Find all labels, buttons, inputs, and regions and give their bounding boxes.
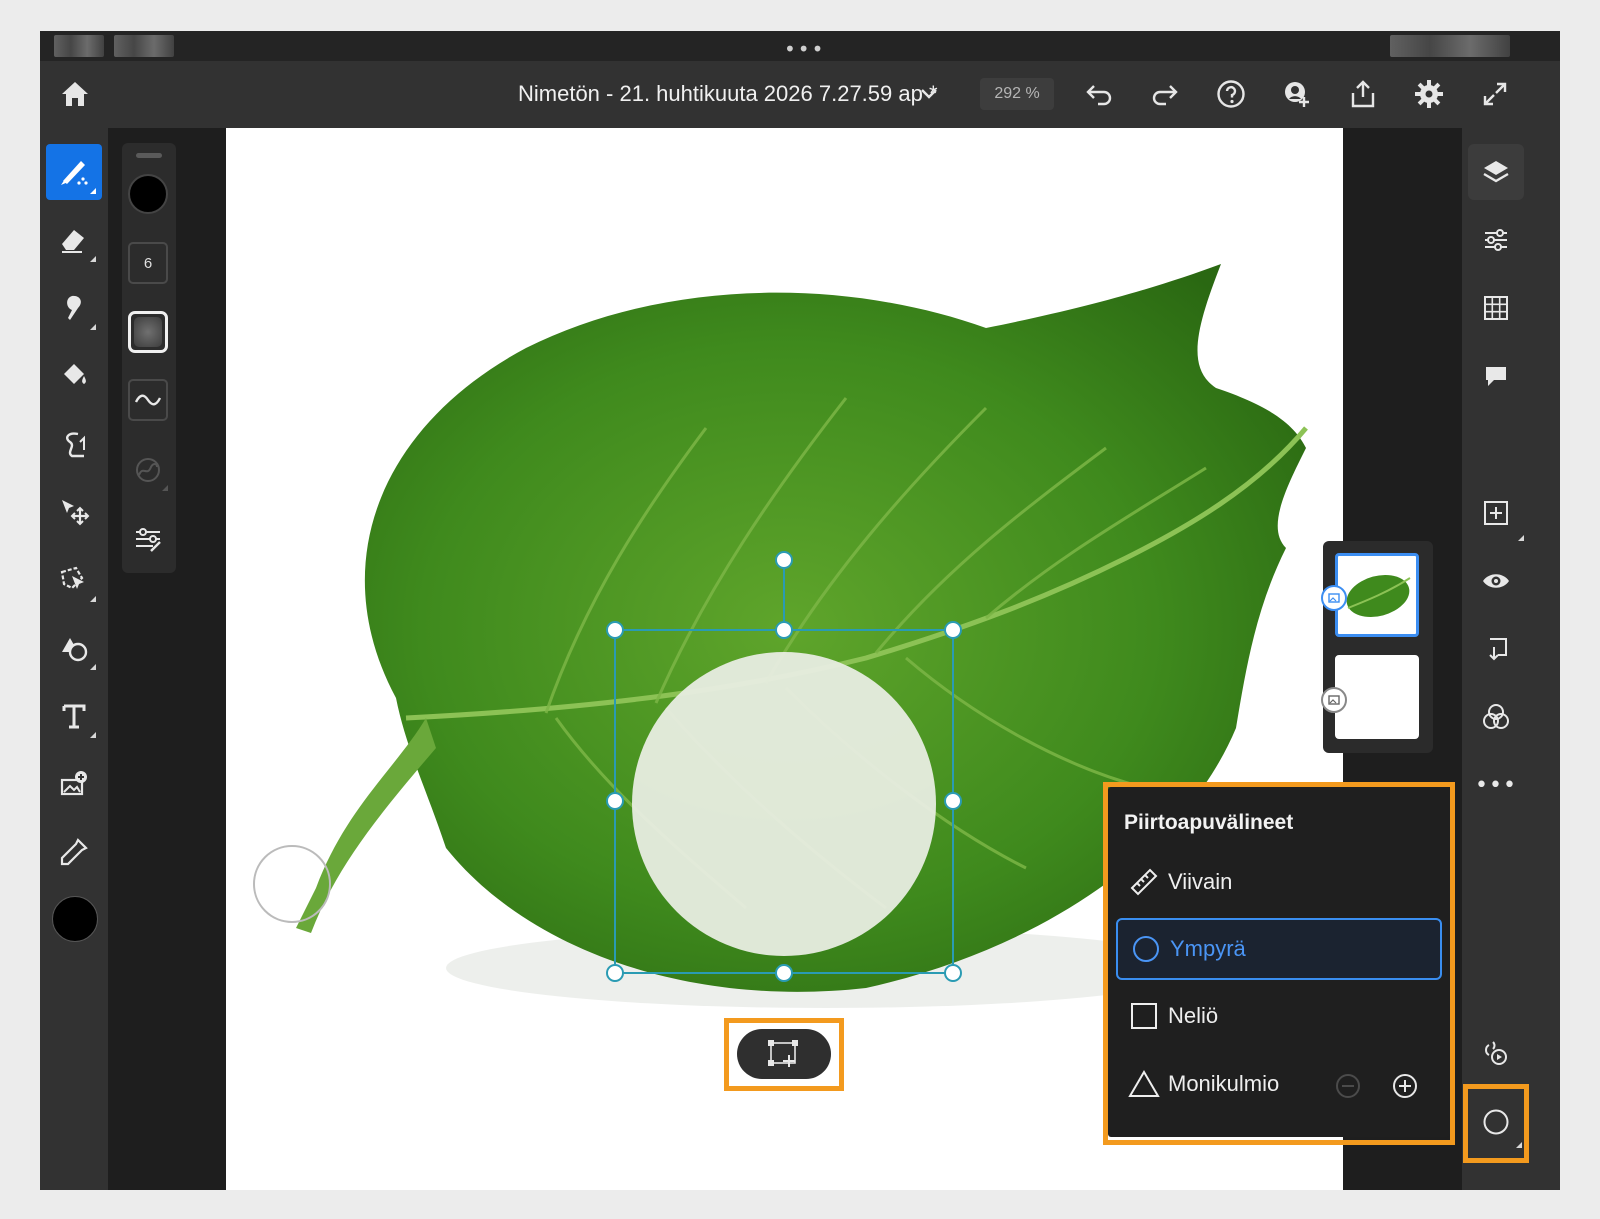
- layer-thumbnail-background[interactable]: [1335, 655, 1419, 739]
- status-bar: •••: [40, 31, 1560, 61]
- grid-icon[interactable]: [1468, 280, 1524, 336]
- redo-icon[interactable]: [1146, 75, 1184, 113]
- drawing-aid-circle[interactable]: Ympyrä: [1116, 918, 1442, 980]
- multitask-dots-icon[interactable]: •••: [784, 37, 825, 61]
- app-window: ••• Nimetön - 21. huhtikuuta 2026 7.27.5…: [40, 31, 1560, 1190]
- comments-icon[interactable]: [1468, 348, 1524, 404]
- property-bar-handle[interactable]: [136, 153, 162, 158]
- invite-user-icon[interactable]: [1278, 75, 1316, 113]
- type-tool-button[interactable]: [46, 688, 102, 744]
- status-blur-left-1: [54, 35, 104, 57]
- object-selection-tool-button[interactable]: [46, 552, 102, 608]
- rotate-handle[interactable]: [775, 551, 793, 569]
- layers-icon[interactable]: [1468, 144, 1524, 200]
- eraser-tool-button[interactable]: [46, 212, 102, 268]
- blend-mode-icon[interactable]: [1468, 689, 1524, 745]
- adjustments-icon[interactable]: [1468, 212, 1524, 268]
- tool-options-corner: [90, 188, 96, 194]
- more-options-icon[interactable]: •••: [1468, 757, 1524, 813]
- brush-tip-preview[interactable]: [128, 311, 168, 353]
- drawing-aids-circle-icon[interactable]: [1468, 1094, 1524, 1150]
- ruler-icon: [1120, 862, 1168, 902]
- triangle-icon: [1120, 1064, 1168, 1104]
- brush-tip-swatch: [134, 317, 162, 347]
- layer-type-image-icon: [1321, 585, 1347, 611]
- brush-smoothing-icon[interactable]: [128, 379, 168, 421]
- help-icon[interactable]: [1212, 75, 1250, 113]
- brush-tool-button[interactable]: [46, 144, 102, 200]
- zoom-level[interactable]: 292 %: [980, 78, 1054, 110]
- square-icon: [1120, 996, 1168, 1036]
- settings-gear-icon[interactable]: [1410, 75, 1448, 113]
- brush-size-value[interactable]: 6: [128, 242, 168, 284]
- document-title[interactable]: Nimetön - 21. huhtikuuta 2026 7.27.59 ap…: [518, 81, 938, 107]
- transform-pill-button[interactable]: [737, 1029, 831, 1079]
- leaf-stem: [296, 718, 436, 933]
- move-tool-button[interactable]: [46, 484, 102, 540]
- drawn-circle-shape: [632, 652, 936, 956]
- pressure-sensitivity-icon[interactable]: [128, 449, 168, 491]
- drawing-aid-label: Viivain: [1168, 869, 1233, 894]
- place-image-tool-button[interactable]: [46, 756, 102, 812]
- smudge-tool-button[interactable]: [46, 280, 102, 336]
- shapes-tool-button[interactable]: [46, 620, 102, 676]
- live-stream-icon[interactable]: [1468, 1026, 1524, 1082]
- layers-mini-panel: [1321, 541, 1433, 753]
- polygon-decrease-sides-icon[interactable]: [1334, 1072, 1362, 1100]
- paint-bucket-tool-button[interactable]: [46, 348, 102, 404]
- drawing-aid-square[interactable]: Neliö: [1116, 985, 1442, 1047]
- drawing-aid-label: Neliö: [1168, 1003, 1219, 1028]
- brush-settings-icon[interactable]: [128, 519, 168, 559]
- share-icon[interactable]: [1344, 75, 1382, 113]
- home-icon[interactable]: [56, 75, 94, 113]
- drawing-aids-popup: Piirtoapuvälineet Viivain Ympyrä Neliö M…: [1108, 787, 1450, 1137]
- undo-icon[interactable]: [1080, 75, 1118, 113]
- visibility-eye-icon[interactable]: [1468, 553, 1524, 609]
- polygon-increase-sides-icon[interactable]: [1391, 1072, 1419, 1100]
- fullscreen-expand-icon[interactable]: [1476, 75, 1514, 113]
- brush-color-swatch[interactable]: [128, 174, 168, 214]
- layer-type-image-icon: [1321, 687, 1347, 713]
- eyedropper-tool-button[interactable]: [46, 824, 102, 880]
- layer-thumbnail-leaf[interactable]: [1335, 553, 1419, 637]
- drawing-aid-label: Ympyrä: [1170, 936, 1246, 961]
- circle-icon: [1122, 929, 1170, 969]
- status-blur-right: [1390, 35, 1510, 57]
- clipping-mask-icon[interactable]: [1468, 621, 1524, 677]
- popup-title: Piirtoapuvälineet: [1124, 811, 1294, 834]
- drawing-aid-label: Monikulmio: [1168, 1071, 1280, 1096]
- foreground-color-swatch[interactable]: [52, 896, 98, 942]
- chevron-down-icon[interactable]: [916, 81, 942, 107]
- add-layer-icon[interactable]: [1468, 485, 1524, 541]
- lasso-select-tool-button[interactable]: [46, 416, 102, 472]
- status-blur-left-2: [114, 35, 174, 57]
- drawing-aid-ruler[interactable]: Viivain: [1116, 851, 1442, 913]
